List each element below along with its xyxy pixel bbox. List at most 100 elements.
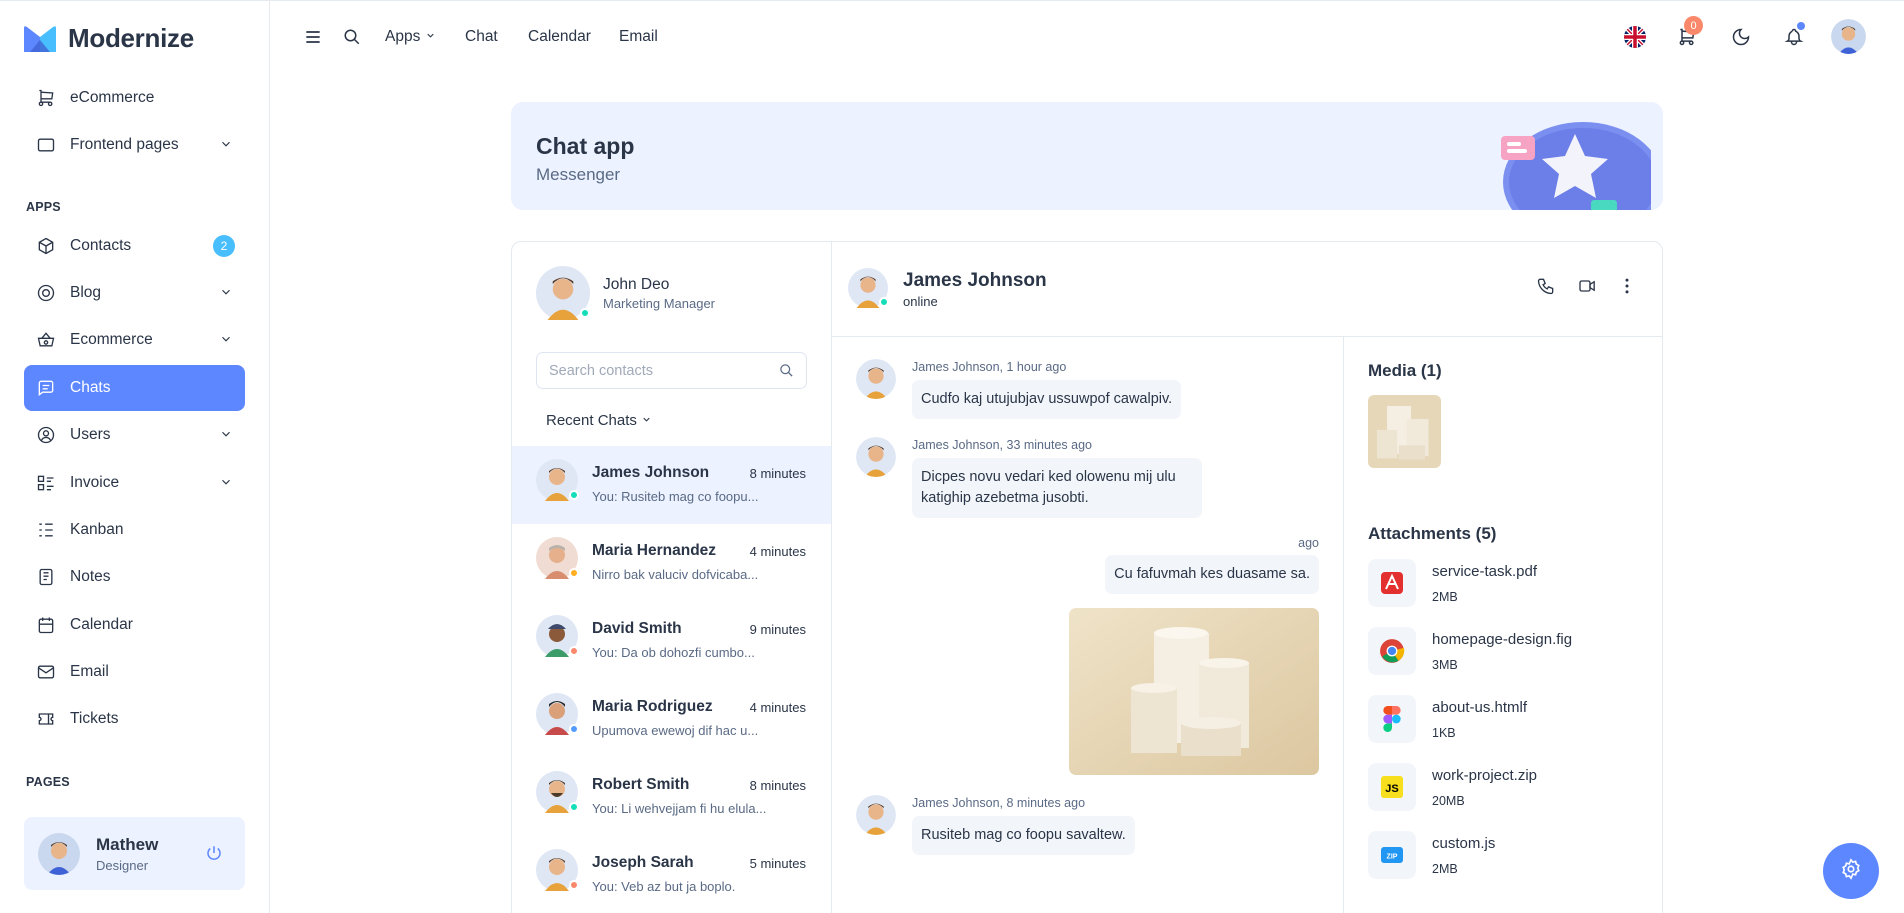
- topbar-link-label: Apps: [385, 28, 421, 45]
- uk-flag-icon[interactable]: [1623, 25, 1647, 49]
- more-vertical-icon[interactable]: [1617, 276, 1637, 301]
- sidebar-item-blog[interactable]: Blog: [24, 270, 245, 316]
- sidebar-item-label: Kanban: [70, 521, 124, 538]
- search-contacts-input[interactable]: Search contacts: [536, 352, 807, 389]
- my-name: John Deo: [603, 276, 670, 293]
- phone-icon[interactable]: [1536, 276, 1556, 301]
- sidebar-item-ecommerce[interactable]: Ecommerce: [24, 317, 245, 363]
- my-role: Marketing Manager: [603, 296, 715, 311]
- avatar: [38, 832, 80, 875]
- message-bubble: Rusiteb mag co foopu savaltew.: [912, 816, 1135, 855]
- chevron-down-icon: [219, 285, 233, 304]
- basket-icon: [36, 330, 56, 350]
- sidebar-item-chats[interactable]: Chats: [24, 365, 245, 411]
- topbar-link-calendar[interactable]: Calendar: [528, 28, 591, 46]
- attachment-name: custom.js: [1432, 835, 1496, 852]
- contact-avatar: [536, 849, 579, 891]
- topbar-link-apps[interactable]: Apps: [385, 28, 436, 46]
- contacts-panel: John Deo Marketing Manager Search contac…: [512, 242, 832, 913]
- media-thumbnail[interactable]: [1368, 395, 1441, 468]
- calendar-icon: [36, 615, 56, 635]
- sidebar-user-card: Mathew Designer: [24, 817, 245, 890]
- sidebar-item-users[interactable]: Users: [24, 412, 245, 458]
- sidebar-item-contacts[interactable]: Contacts 2: [24, 223, 245, 269]
- sidebar-item-calendar[interactable]: Calendar: [24, 602, 245, 648]
- topbar-link-email[interactable]: Email: [619, 28, 658, 46]
- contact-name: Maria Hernandez: [592, 542, 717, 559]
- contact-preview: You: Veb az but ja boplo.: [592, 879, 736, 894]
- video-icon[interactable]: [1577, 276, 1598, 301]
- contact-time: 5 minutes: [749, 856, 806, 871]
- attachment-item[interactable]: ZIP custom.js 2MB: [1368, 831, 1628, 881]
- attachment-item[interactable]: about-us.htmlf 1KB: [1368, 695, 1628, 745]
- contact-status-dot: [569, 490, 579, 500]
- menu-icon[interactable]: [301, 25, 325, 49]
- contact-avatar: [536, 693, 579, 735]
- moon-icon[interactable]: [1729, 25, 1753, 49]
- attachment-item[interactable]: homepage-design.fig 3MB: [1368, 627, 1628, 677]
- power-icon[interactable]: [205, 844, 223, 867]
- js-icon: JS: [1368, 763, 1416, 811]
- contact-status-dot: [569, 646, 579, 656]
- sidebar-item-tickets[interactable]: Tickets: [24, 696, 245, 742]
- settings-fab-button[interactable]: [1823, 843, 1879, 899]
- contact-avatar: [536, 459, 579, 501]
- message-avatar: [856, 359, 896, 399]
- page-subtitle: Messenger: [536, 165, 621, 184]
- attachment-item[interactable]: service-task.pdf 2MB: [1368, 559, 1628, 609]
- sidebar-item-ecommerce-dashboard[interactable]: eCommerce: [24, 75, 245, 121]
- contact-avatar: [536, 771, 579, 813]
- sidebar-item-label: Email: [70, 663, 109, 680]
- contact-item[interactable]: David Smith 9 minutes You: Da ob dohozfi…: [512, 602, 831, 680]
- contact-name: David Smith: [592, 620, 682, 637]
- attachment-name: homepage-design.fig: [1432, 631, 1573, 648]
- contact-item[interactable]: Joseph Sarah 5 minutes You: Veb az but j…: [512, 836, 831, 913]
- message-meta: James Johnson, 33 minutes ago: [912, 438, 1092, 452]
- attachment-name: service-task.pdf: [1432, 563, 1538, 580]
- contact-item[interactable]: Maria Rodriguez 4 minutes Upumova ewewoj…: [512, 680, 831, 758]
- topbar-avatar[interactable]: [1831, 19, 1866, 54]
- sidebar-item-label: Chats: [70, 379, 111, 396]
- message-meta: James Johnson, 8 minutes ago: [912, 796, 1086, 810]
- contact-item[interactable]: Maria Hernandez 4 minutes Nirro bak valu…: [512, 524, 831, 602]
- sidebar-item-label: Frontend pages: [70, 136, 179, 153]
- message-avatar: [856, 437, 896, 477]
- message-list: James Johnson, 1 hour ago Cudfo kaj utuj…: [832, 337, 1344, 913]
- attachment-item[interactable]: JS work-project.zip 20MB: [1368, 763, 1628, 813]
- media-panel: Media (1) Attachments (5) service-task.p…: [1344, 337, 1662, 913]
- topbar-link-chat[interactable]: Chat: [465, 28, 498, 46]
- search-icon[interactable]: [340, 25, 364, 49]
- attachment-size: 2MB: [1432, 590, 1458, 604]
- recent-chats-dropdown[interactable]: Recent Chats: [546, 412, 652, 429]
- sidebar-item-kanban[interactable]: Kanban: [24, 507, 245, 553]
- message-image[interactable]: [1069, 608, 1319, 775]
- contact-item[interactable]: James Johnson 8 minutes You: Rusiteb mag…: [512, 446, 831, 524]
- sidebar-item-label: Calendar: [70, 616, 133, 633]
- my-avatar: [536, 266, 590, 320]
- contact-item[interactable]: Robert Smith 8 minutes You: Li wehvejjam…: [512, 758, 831, 836]
- cart-icon: [36, 88, 56, 108]
- sidebar-item-frontend-pages[interactable]: Frontend pages: [24, 122, 245, 168]
- chevron-down-icon: [219, 475, 233, 494]
- contact-time: 4 minutes: [749, 700, 806, 715]
- chrome-icon: [1368, 627, 1416, 675]
- section-label-pages: PAGES: [26, 775, 70, 789]
- message-icon: [36, 378, 56, 398]
- topbar: Apps Chat Calendar Email 0: [271, 1, 1904, 73]
- contact-status-dot: [569, 802, 579, 812]
- svg-text:ZIP: ZIP: [1387, 854, 1398, 861]
- contact-preview: Upumova ewewoj dif hac u...: [592, 723, 759, 738]
- sidebar-item-invoice[interactable]: Invoice: [24, 460, 245, 506]
- chevron-down-icon: [427, 33, 434, 38]
- contact-avatar: [536, 537, 579, 579]
- contact-preview: Nirro bak valuciv dofvicaba...: [592, 567, 759, 582]
- chevron-down-icon: [219, 427, 233, 446]
- sidebar-item-notes[interactable]: Notes: [24, 554, 245, 600]
- sidebar-item-email[interactable]: Email: [24, 649, 245, 695]
- brand-logo[interactable]: Modernize: [22, 23, 194, 54]
- conversation-status: online: [903, 294, 938, 309]
- sidebar-item-label: eCommerce: [70, 89, 155, 106]
- sidebar: Modernize eCommerce Frontend pages APPS …: [0, 1, 270, 913]
- page-banner: Chat app Messenger: [511, 102, 1663, 210]
- ticket-icon: [36, 709, 56, 729]
